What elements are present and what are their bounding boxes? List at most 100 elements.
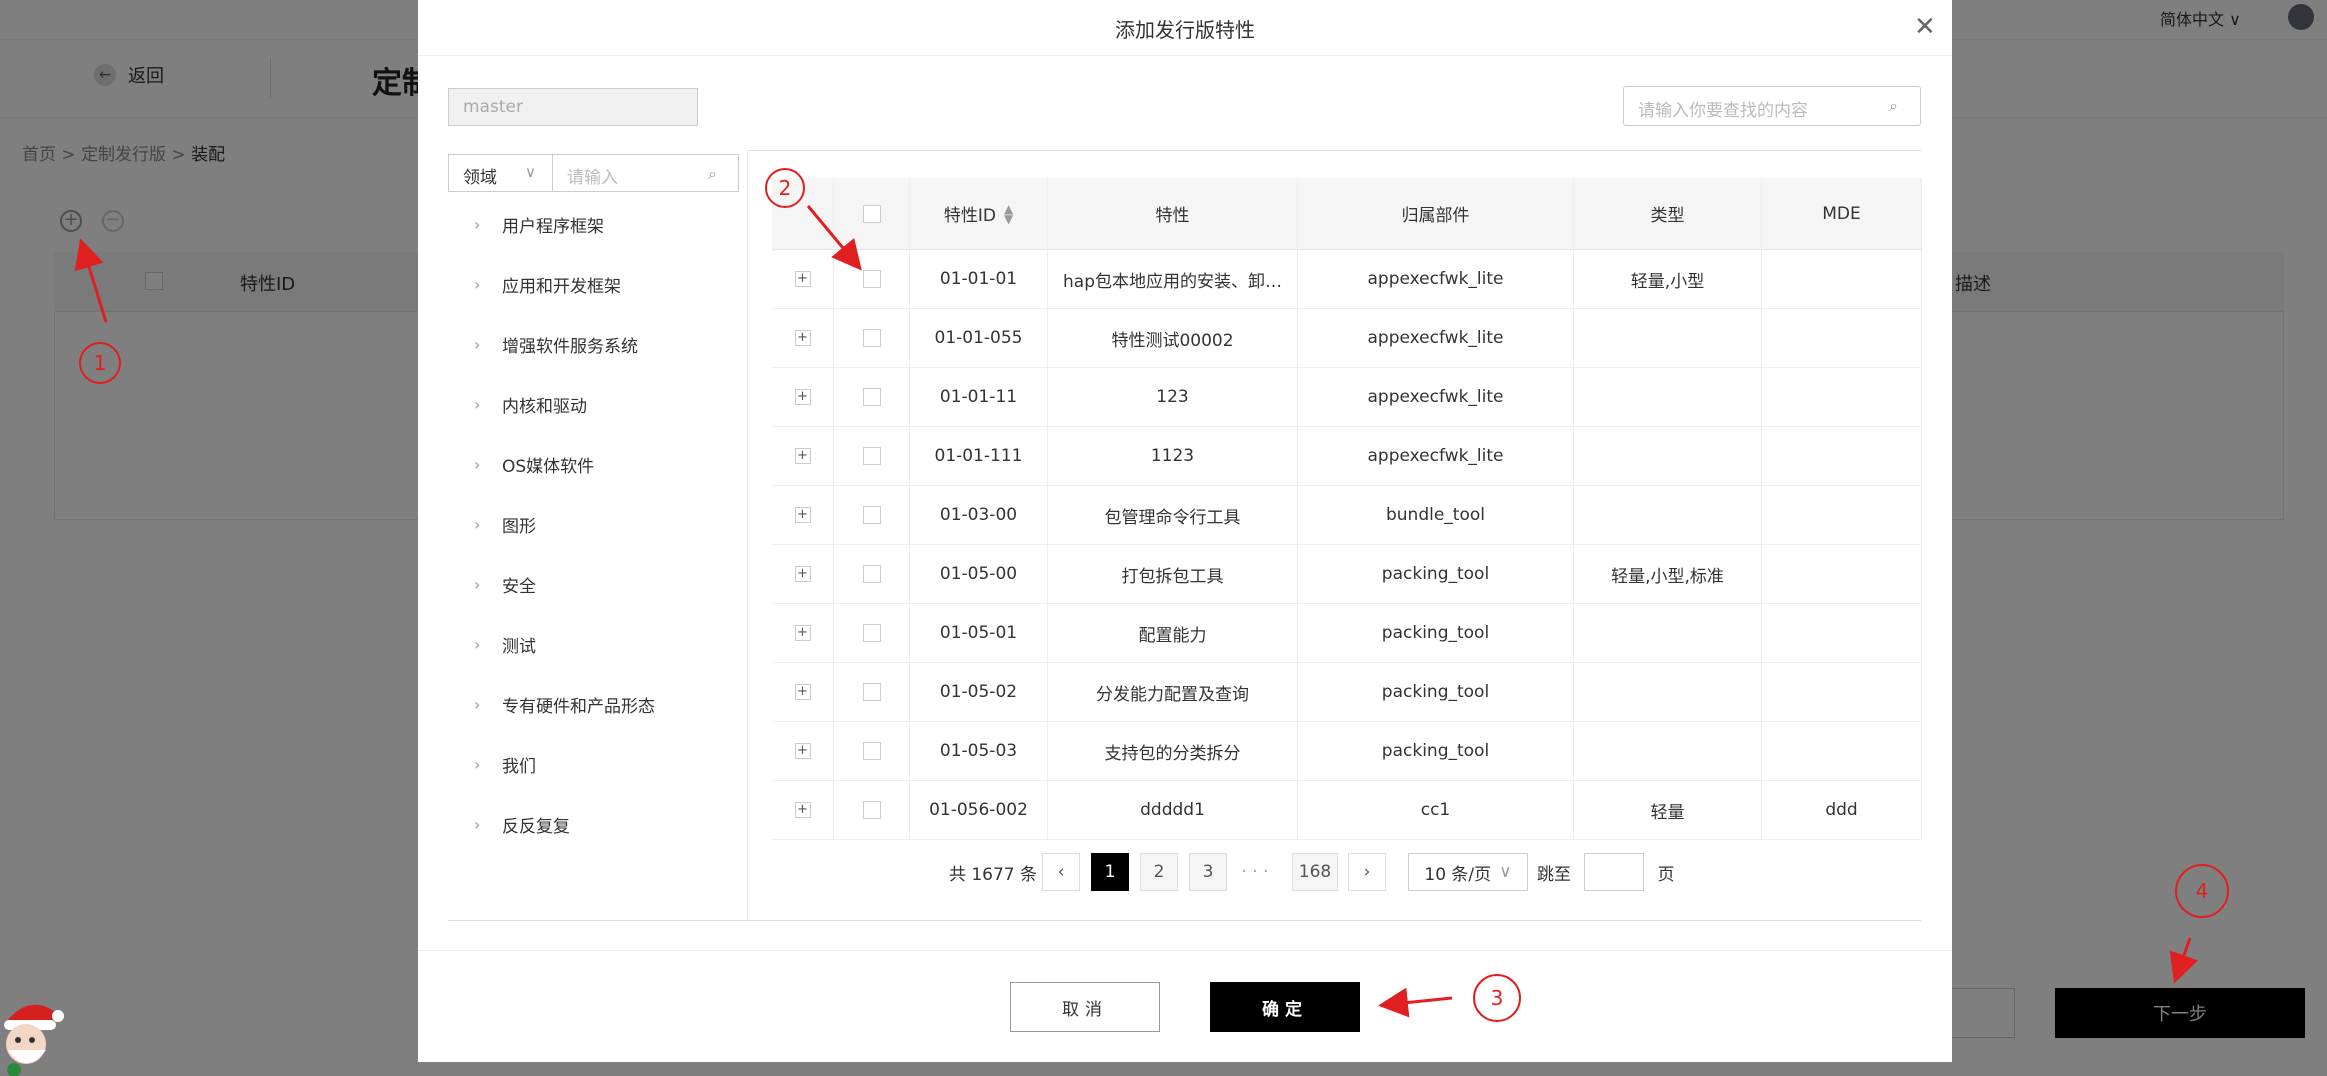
row-checkbox[interactable]: [862, 447, 881, 465]
cell-feature: 包管理命令行工具: [1048, 486, 1298, 545]
row-checkbox[interactable]: [862, 683, 881, 701]
cell-id: 01-01-111: [910, 427, 1048, 486]
col-select: [834, 178, 910, 250]
cell-expand: +: [772, 781, 834, 840]
next-page-button[interactable]: ›: [1348, 853, 1386, 891]
chevron-right-icon: ›: [474, 395, 481, 414]
cell-component: packing_tool: [1298, 663, 1574, 722]
expand-row-button[interactable]: +: [794, 330, 811, 346]
row-checkbox[interactable]: [862, 506, 881, 524]
cell-component: packing_tool: [1298, 722, 1574, 781]
tree-item[interactable]: › 内核和驱动: [474, 392, 587, 417]
annotation-marker: 2: [765, 168, 805, 208]
cell-type: [1574, 663, 1762, 722]
tree-item[interactable]: › 用户程序框架: [474, 212, 604, 237]
tree-item[interactable]: › 安全: [474, 572, 536, 597]
tree-item[interactable]: › 图形: [474, 512, 536, 537]
expand-row-button[interactable]: +: [794, 802, 811, 818]
cancel-button[interactable]: 取消: [1010, 982, 1160, 1032]
cell-id: 01-01-11: [910, 368, 1048, 427]
cell-component: bundle_tool: [1298, 486, 1574, 545]
row-checkbox[interactable]: [862, 329, 881, 347]
cell-id: 01-03-00: [910, 486, 1048, 545]
col-mde: MDE: [1762, 178, 1922, 250]
search-icon[interactable]: ⌕: [708, 164, 717, 184]
cell-expand: +: [772, 722, 834, 781]
tree-item[interactable]: › 增强软件服务系统: [474, 332, 638, 357]
add-feature-dialog: 添加发行版特性 ✕ master 请输入你要查找的内容 ⌕ 领域 ∨ 请输入 ⌕ …: [418, 0, 1952, 1062]
annotation-marker: 3: [1473, 974, 1521, 1022]
page-size-select[interactable]: 10 条/页 ∨: [1408, 853, 1528, 891]
cell-type: [1574, 604, 1762, 663]
chevron-right-icon: ›: [474, 635, 481, 654]
page-button[interactable]: 3: [1189, 853, 1227, 891]
branch-field: master: [448, 88, 698, 126]
tree-item[interactable]: › 应用和开发框架: [474, 272, 621, 297]
cell-type: [1574, 368, 1762, 427]
domain-select-label: 领域: [463, 168, 497, 188]
chevron-right-icon: ›: [474, 455, 481, 474]
cell-id: 01-05-02: [910, 663, 1048, 722]
cell-select: [834, 250, 910, 309]
expand-row-button[interactable]: +: [794, 566, 811, 582]
expand-row-button[interactable]: +: [794, 743, 811, 759]
expand-row-button[interactable]: +: [794, 448, 811, 464]
page-button[interactable]: 168: [1292, 853, 1338, 891]
cell-component: appexecfwk_lite: [1298, 309, 1574, 368]
sort-icon[interactable]: ▲ ▼: [1004, 203, 1013, 225]
domain-select[interactable]: 领域 ∨: [448, 154, 553, 192]
cell-expand: +: [772, 604, 834, 663]
cell-id: 01-01-055: [910, 309, 1048, 368]
prev-page-button[interactable]: ‹: [1042, 853, 1080, 891]
cell-select: [834, 663, 910, 722]
page-button[interactable]: 2: [1140, 853, 1178, 891]
confirm-button[interactable]: 确定: [1210, 982, 1360, 1032]
col-component: 归属部件: [1298, 178, 1574, 250]
tree-item-label: OS媒体软件: [502, 457, 595, 477]
chevron-right-icon: ›: [474, 275, 481, 294]
cell-mde: ddd: [1762, 781, 1922, 840]
row-checkbox[interactable]: [862, 624, 881, 642]
cell-id: 01-05-00: [910, 545, 1048, 604]
close-icon[interactable]: ✕: [1914, 12, 1936, 42]
cell-mde: [1762, 250, 1922, 309]
tree-item[interactable]: › 反反复复: [474, 812, 570, 837]
cell-feature: hap包本地应用的安装、卸…: [1048, 250, 1298, 309]
page-button[interactable]: 1: [1091, 853, 1129, 891]
cell-expand: +: [772, 663, 834, 722]
page-ellipsis[interactable]: · · ·: [1230, 853, 1280, 891]
col-feature: 特性: [1048, 178, 1298, 250]
expand-row-button[interactable]: +: [794, 389, 811, 405]
tree-item[interactable]: › 测试: [474, 632, 536, 657]
search-input[interactable]: 请输入你要查找的内容: [1623, 86, 1921, 126]
tree-item-label: 图形: [502, 517, 536, 537]
cell-mde: [1762, 486, 1922, 545]
expand-row-button[interactable]: +: [794, 625, 811, 641]
cell-select: [834, 722, 910, 781]
cell-select: [834, 427, 910, 486]
cell-component: packing_tool: [1298, 545, 1574, 604]
row-checkbox[interactable]: [862, 801, 881, 819]
chevron-right-icon: ›: [474, 695, 481, 714]
row-checkbox[interactable]: [862, 565, 881, 583]
tree-item[interactable]: › 专有硬件和产品形态: [474, 692, 655, 717]
cell-expand: +: [772, 545, 834, 604]
divider: [418, 950, 1952, 951]
expand-row-button[interactable]: +: [794, 507, 811, 523]
tree-item[interactable]: › 我们: [474, 752, 536, 777]
divider: [448, 920, 1921, 921]
tree-item[interactable]: › OS媒体软件: [474, 452, 594, 477]
expand-row-button[interactable]: +: [794, 684, 811, 700]
expand-row-button[interactable]: +: [794, 271, 811, 287]
row-checkbox[interactable]: [862, 388, 881, 406]
row-checkbox[interactable]: [862, 742, 881, 760]
cell-feature: 特性测试00002: [1048, 309, 1298, 368]
cell-id: 01-05-01: [910, 604, 1048, 663]
jump-page-input[interactable]: [1584, 853, 1644, 891]
search-icon[interactable]: ⌕: [1889, 96, 1898, 116]
select-all-checkbox[interactable]: [862, 204, 881, 223]
pagination-total: 共 1677 条: [948, 864, 1038, 885]
col-feature-id[interactable]: 特性ID ▲ ▼: [910, 178, 1048, 250]
row-checkbox[interactable]: [862, 270, 881, 288]
tree-item-label: 应用和开发框架: [502, 277, 621, 297]
